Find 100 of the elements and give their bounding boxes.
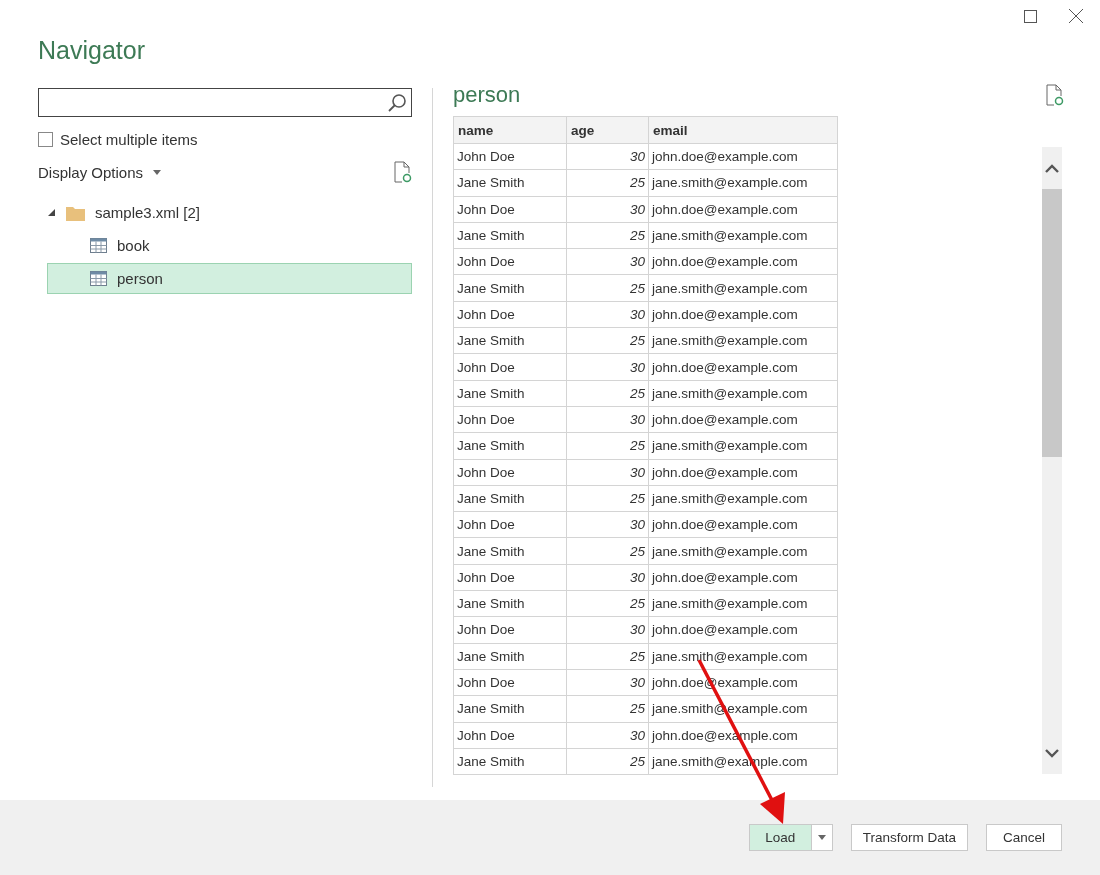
- table-cell: 25: [566, 432, 649, 460]
- table-cell: jane.smith@example.com: [648, 327, 838, 354]
- maximize-icon: [1023, 9, 1037, 23]
- table-cell: Jane Smith: [453, 590, 567, 617]
- table-cell: John Doe: [453, 459, 567, 486]
- table-cell: jane.smith@example.com: [648, 169, 838, 197]
- table-cell: john.doe@example.com: [648, 301, 838, 328]
- table-cell: 25: [566, 643, 649, 670]
- search-field[interactable]: [38, 88, 412, 117]
- table-cell: John Doe: [453, 196, 567, 223]
- table-cell: 30: [566, 564, 649, 591]
- table-cell: john.doe@example.com: [648, 406, 838, 433]
- table-cell: 25: [566, 222, 649, 249]
- tree-item[interactable]: book: [47, 230, 412, 261]
- table-cell: 25: [566, 380, 649, 407]
- table-cell: 30: [566, 353, 649, 381]
- table-cell: 25: [566, 169, 649, 197]
- table-cell: 30: [566, 669, 649, 696]
- table-cell: 25: [566, 327, 649, 354]
- preview-title: person: [453, 82, 521, 109]
- tree-item-label: book: [117, 237, 150, 254]
- table-cell: 25: [566, 695, 649, 723]
- table-cell: Jane Smith: [453, 643, 567, 670]
- table-cell: John Doe: [453, 353, 567, 381]
- table-cell: 30: [566, 301, 649, 328]
- window-title: Navigator: [38, 36, 146, 66]
- dialog-button[interactable]: Transform Data: [850, 824, 968, 851]
- table-cell: Jane Smith: [453, 380, 567, 407]
- table-cell: Jane Smith: [453, 169, 567, 197]
- table-cell: John Doe: [453, 301, 567, 328]
- caret-icon: [817, 835, 826, 840]
- refresh-button[interactable]: [394, 161, 412, 183]
- column-header[interactable]: email: [648, 116, 838, 144]
- table-cell: 25: [566, 590, 649, 617]
- table-cell: john.doe@example.com: [648, 564, 838, 591]
- table-cell: 25: [566, 537, 649, 565]
- table-cell: jane.smith@example.com: [648, 222, 838, 249]
- table-cell: john.doe@example.com: [648, 511, 838, 538]
- table-cell: 30: [566, 143, 649, 170]
- table-cell: 30: [566, 459, 649, 486]
- table-cell: jane.smith@example.com: [648, 380, 838, 407]
- folder-icon: [66, 204, 85, 221]
- table-cell: Jane Smith: [453, 485, 567, 512]
- column-header[interactable]: age: [566, 116, 649, 144]
- refresh-document-icon: [1046, 84, 1064, 106]
- table-cell: Jane Smith: [453, 748, 567, 775]
- vertical-scrollbar[interactable]: [1042, 147, 1062, 774]
- table-cell: John Doe: [453, 616, 567, 644]
- close-icon: [1069, 9, 1083, 23]
- table-cell: 30: [566, 616, 649, 644]
- table-icon: [90, 271, 107, 286]
- table-cell: john.doe@example.com: [648, 459, 838, 486]
- table-cell: Jane Smith: [453, 275, 567, 302]
- table-cell: jane.smith@example.com: [648, 275, 838, 302]
- chevron-up-icon: [1045, 163, 1059, 173]
- display-options-dropdown[interactable]: Display Options: [38, 163, 162, 181]
- table-cell: 30: [566, 511, 649, 538]
- table-cell: jane.smith@example.com: [648, 590, 838, 617]
- table-cell: Jane Smith: [453, 537, 567, 565]
- table-cell: jane.smith@example.com: [648, 643, 838, 670]
- table-cell: 25: [566, 275, 649, 302]
- table-cell: 30: [566, 248, 649, 275]
- table-cell: John Doe: [453, 406, 567, 433]
- expanded-triangle-icon[interactable]: [48, 209, 55, 216]
- table-cell: jane.smith@example.com: [648, 432, 838, 460]
- checkbox[interactable]: [38, 131, 53, 147]
- refresh-document-icon: [394, 161, 412, 183]
- load-options-button[interactable]: [811, 825, 832, 850]
- table-icon: [90, 238, 107, 253]
- table-cell: Jane Smith: [453, 432, 567, 460]
- table-cell: John Doe: [453, 564, 567, 591]
- table-cell: Jane Smith: [453, 222, 567, 249]
- table-cell: John Doe: [453, 143, 567, 170]
- tree-item[interactable]: person: [47, 263, 412, 294]
- table-cell: john.doe@example.com: [648, 353, 838, 381]
- table-cell: john.doe@example.com: [648, 143, 838, 170]
- column-header[interactable]: name: [453, 116, 567, 144]
- table-cell: Jane Smith: [453, 327, 567, 354]
- caret-icon: [153, 169, 162, 175]
- table-cell: 30: [566, 722, 649, 749]
- scrollbar-thumb[interactable]: [1042, 189, 1062, 457]
- table-cell: 25: [566, 748, 649, 775]
- table-cell: John Doe: [453, 669, 567, 696]
- checkbox-label: Select multiple items: [60, 130, 198, 148]
- table-cell: John Doe: [453, 511, 567, 538]
- tree-item-label: sample3.xml [2]: [95, 204, 201, 221]
- dialog-button[interactable]: Cancel: [986, 824, 1062, 851]
- load-button[interactable]: Load: [749, 825, 812, 850]
- table-cell: John Doe: [453, 248, 567, 275]
- chevron-down-icon: [1045, 748, 1059, 758]
- tree-item-label: person: [117, 270, 163, 287]
- table-cell: John Doe: [453, 722, 567, 749]
- search-icon[interactable]: [387, 92, 407, 113]
- table-cell: jane.smith@example.com: [648, 537, 838, 565]
- table-cell: john.doe@example.com: [648, 616, 838, 644]
- tree-item[interactable]: sample3.xml [2]: [47, 197, 412, 228]
- table-cell: 30: [566, 196, 649, 223]
- table-cell: john.doe@example.com: [648, 248, 838, 275]
- table-cell: 30: [566, 406, 649, 433]
- refresh-button[interactable]: [1046, 84, 1064, 109]
